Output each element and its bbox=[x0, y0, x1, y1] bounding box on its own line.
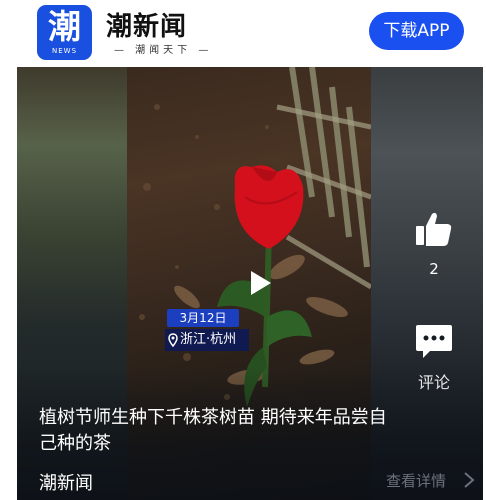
date-tag: 3月12日 bbox=[167, 309, 239, 327]
video-player[interactable]: 3月12日 浙江·杭州 2 评论 植树节师生种下千株茶树苗 期待来年品尝自己种的… bbox=[17, 67, 483, 500]
view-detail-link[interactable]: 查看详情 bbox=[386, 470, 446, 491]
thumbs-up-icon[interactable] bbox=[414, 209, 454, 249]
logo-glyph: 潮 bbox=[48, 7, 81, 46]
play-icon[interactable] bbox=[245, 268, 275, 298]
video-title: 植树节师生种下千株茶树苗 期待来年品尝自己种的茶 bbox=[39, 407, 387, 454]
like-count: 2 bbox=[429, 260, 439, 278]
video-source: 潮新闻 bbox=[39, 473, 93, 494]
app-logo: 潮 NEWS bbox=[37, 5, 92, 60]
chevron-right-icon[interactable] bbox=[463, 471, 475, 489]
location-text: 浙江·杭州 bbox=[180, 332, 237, 347]
app-header: 潮 NEWS 潮新闻 — 潮闻天下 — 下载APP bbox=[0, 0, 486, 66]
logo-news-text: NEWS bbox=[51, 47, 78, 55]
brand-name: 潮新闻 bbox=[106, 12, 188, 42]
comment-icon[interactable] bbox=[414, 321, 454, 361]
brand-slogan: — 潮闻天下 — bbox=[114, 45, 213, 56]
location-tag: 浙江·杭州 bbox=[165, 329, 249, 351]
location-pin-icon bbox=[168, 333, 178, 347]
download-app-button[interactable]: 下载APP bbox=[369, 12, 464, 50]
